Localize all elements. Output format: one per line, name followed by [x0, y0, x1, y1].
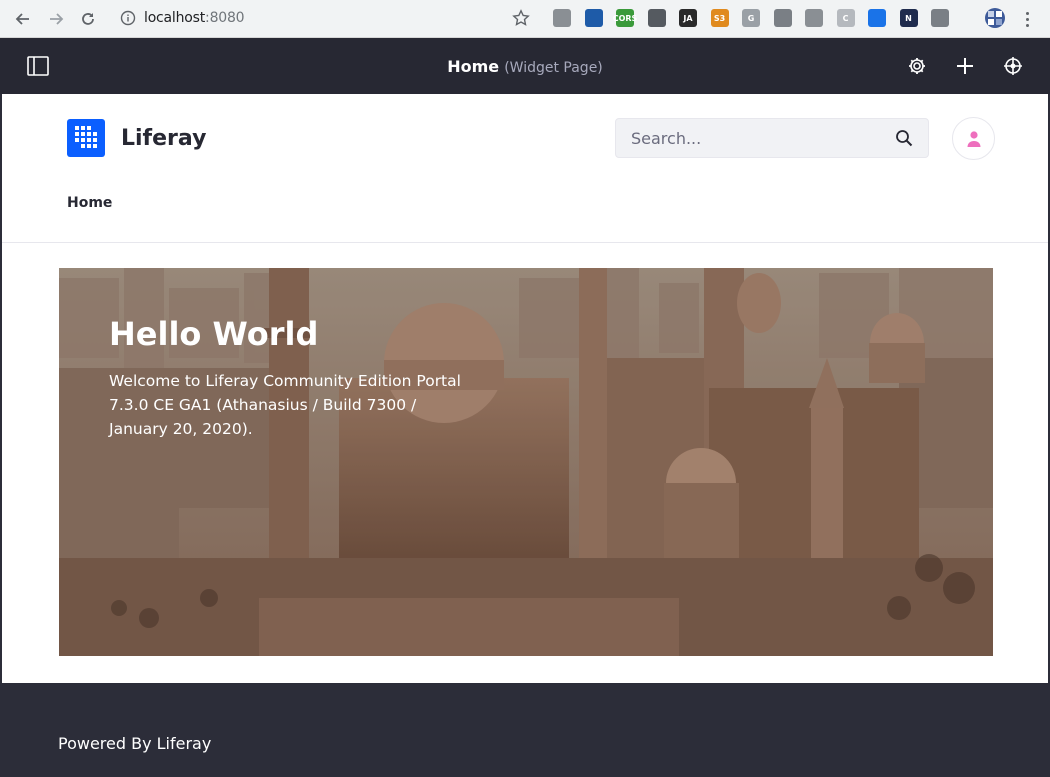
ext-camera-icon[interactable] — [773, 9, 792, 27]
ext-ja-icon[interactable]: JA — [679, 9, 697, 27]
site-footer: Powered By Liferay — [2, 683, 1048, 777]
ext-refresh-icon[interactable] — [805, 9, 823, 27]
user-icon — [967, 130, 980, 147]
site-header: Liferay Home — [0, 94, 1050, 243]
simulation-icon[interactable] — [1003, 56, 1023, 76]
page-type: (Widget Page) — [504, 60, 603, 76]
site-name[interactable]: Liferay — [121, 126, 206, 151]
add-icon[interactable] — [955, 56, 975, 76]
ext-cors-icon[interactable]: CORS — [613, 9, 637, 27]
ext-eyedropper-icon[interactable] — [647, 9, 666, 27]
ext-blue-screen-icon[interactable] — [584, 9, 603, 27]
ext-s3-icon[interactable]: S3 — [710, 9, 729, 27]
ext-g-icon[interactable]: G — [742, 9, 760, 27]
search-bar — [615, 118, 929, 158]
address-bar[interactable]: localhost:8080 — [144, 10, 245, 26]
page-title: Home — [447, 57, 500, 76]
profile-avatar-icon[interactable] — [985, 8, 1005, 28]
hero-title: Hello World — [109, 315, 319, 353]
control-menu-title: Home (Widget Page) — [0, 57, 1050, 76]
info-icon[interactable] — [120, 10, 136, 26]
hero-banner: Hello World Welcome to Liferay Community… — [59, 268, 993, 656]
search-icon[interactable] — [895, 129, 913, 147]
bookmark-star-icon[interactable] — [512, 9, 530, 27]
back-arrow-icon — [15, 13, 29, 25]
browser-menu-icon[interactable] — [1020, 9, 1034, 29]
gear-icon[interactable] — [907, 56, 927, 76]
liferay-logo-icon[interactable] — [67, 119, 105, 157]
url-port: :8080 — [205, 10, 245, 26]
user-avatar-button[interactable] — [952, 117, 995, 160]
ext-n-icon[interactable]: N — [899, 9, 918, 27]
ext-window-icon[interactable] — [931, 9, 949, 27]
extensions-bar: CORS JA S3 G C N — [553, 9, 963, 27]
reload-icon — [82, 13, 94, 25]
powered-by-text: Powered By Liferay — [58, 734, 212, 753]
forward-arrow-icon — [50, 13, 64, 25]
nav-item-home[interactable]: Home — [67, 195, 112, 211]
hero-text: Welcome to Liferay Community Edition Por… — [109, 372, 461, 438]
back-button[interactable] — [12, 8, 34, 30]
control-menu: Home (Widget Page) — [0, 38, 1050, 94]
forward-button[interactable] — [45, 8, 67, 30]
browser-toolbar: localhost:8080 CORS JA S3 G C N — [0, 0, 1050, 38]
ext-gray-page-icon[interactable] — [553, 9, 571, 27]
search-input[interactable] — [616, 119, 886, 157]
ext-download-icon[interactable] — [868, 9, 886, 27]
reload-button[interactable] — [77, 8, 99, 30]
page-border-left — [0, 94, 2, 777]
logo-grid-icon — [75, 126, 97, 148]
url-host: localhost — [144, 10, 206, 26]
ext-c-circle-icon[interactable]: C — [836, 9, 855, 27]
